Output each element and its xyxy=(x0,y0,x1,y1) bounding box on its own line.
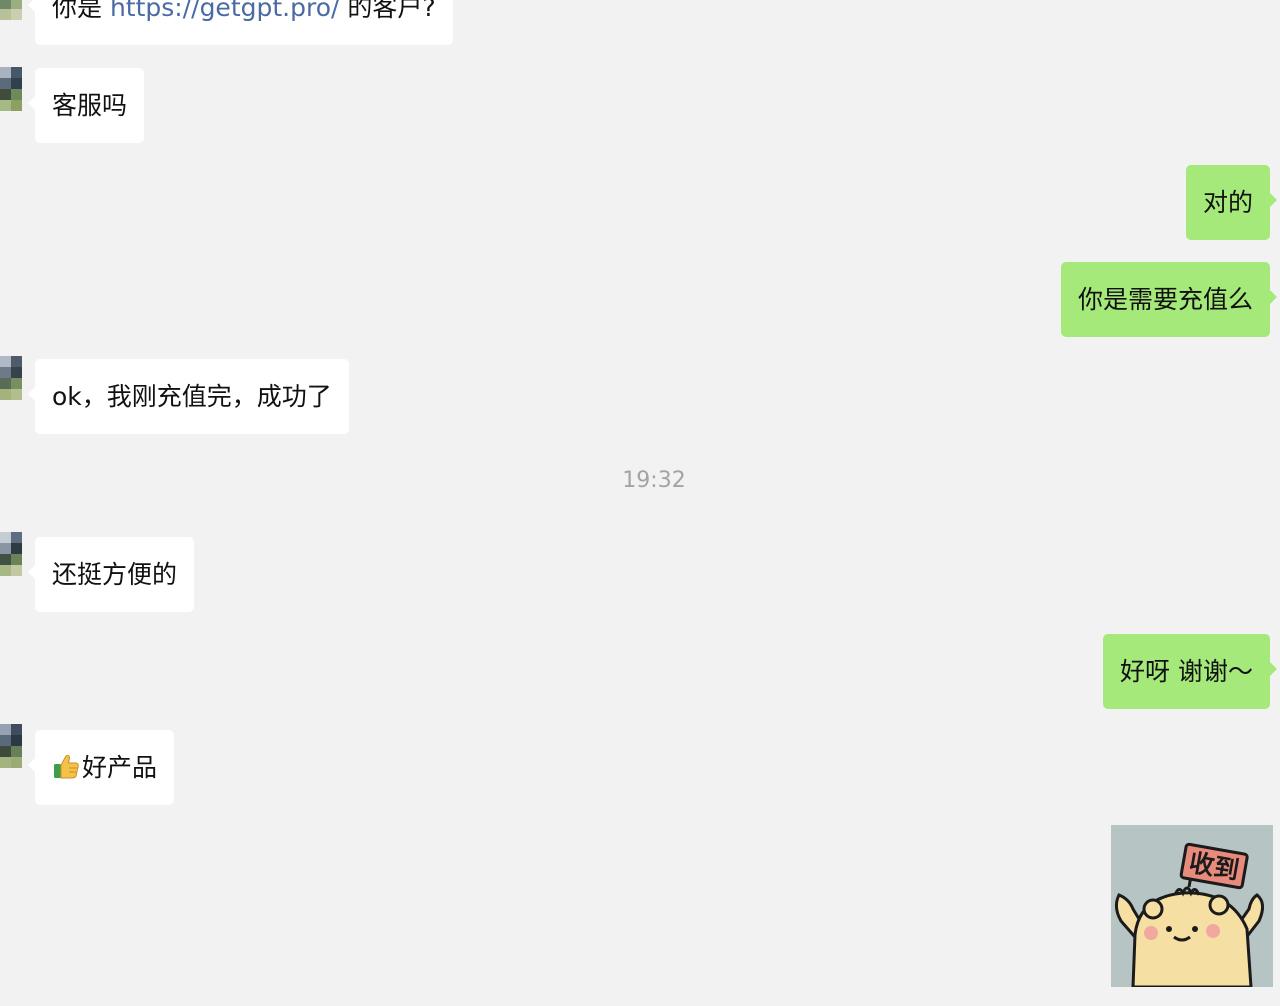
message-bubble-incoming: 客服吗 xyxy=(27,68,145,143)
message-bubble-outgoing: 你是需要充值么 xyxy=(1060,262,1278,337)
message-timestamp: 19:32 xyxy=(622,468,686,493)
message-text: 好产品 xyxy=(82,753,158,782)
message-text: ok，我刚充值完，成功了 xyxy=(52,382,332,411)
message-text: 的客户? xyxy=(339,0,436,22)
message-text: 好呀 谢谢～ xyxy=(1120,657,1253,686)
message-bubble-incoming: 好产品 xyxy=(27,730,175,805)
avatar[interactable] xyxy=(0,0,22,40)
message-text: 你是需要充值么 xyxy=(1077,285,1253,314)
message-text: 你是 xyxy=(52,0,110,22)
avatar[interactable] xyxy=(0,724,22,788)
avatar[interactable] xyxy=(0,356,22,420)
message-bubble-outgoing: 好呀 谢谢～ xyxy=(1103,634,1277,709)
message-text: 客服吗 xyxy=(52,91,128,120)
avatar[interactable] xyxy=(0,67,22,131)
message-bubble-incoming: 还挺方便的 xyxy=(27,537,195,612)
message-bubble-incoming: ok，我刚充值完，成功了 xyxy=(28,359,349,434)
bear-holding-sign-sticker[interactable]: 收到 xyxy=(1111,825,1273,987)
message-link[interactable]: https://getgpt.pro/ xyxy=(110,0,339,22)
message-bubble-outgoing: 对的 xyxy=(1185,165,1278,240)
thumbs-up-icon xyxy=(54,754,79,779)
avatar[interactable] xyxy=(0,532,22,596)
message-text: 还挺方便的 xyxy=(52,560,178,589)
message-bubble-incoming: 你是 https://getgpt.pro/ 的客户? xyxy=(28,0,453,45)
message-text: 对的 xyxy=(1202,188,1253,217)
